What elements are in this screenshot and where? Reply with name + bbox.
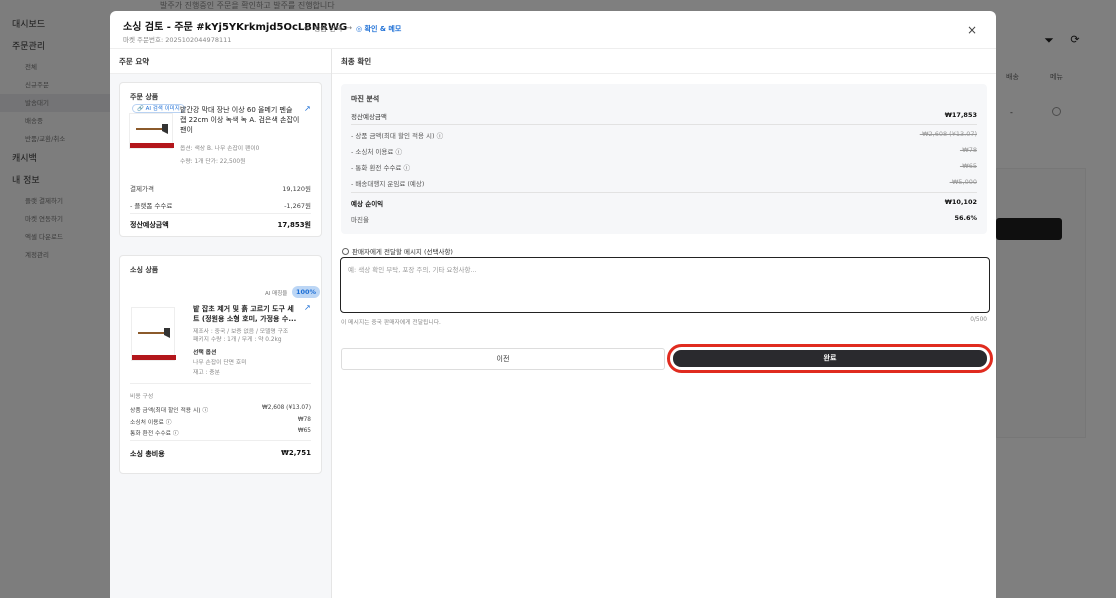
final-confirm-header: 최종 확인 xyxy=(332,49,996,74)
hoe-icon xyxy=(136,124,168,134)
message-toggle-radio xyxy=(342,247,349,255)
sourcing-review-modal: 소싱 검토 - 주문 #kYj5YKrkmjd5OcLBNRWG 마켓 주문번호… xyxy=(110,11,996,598)
margin-analysis-card: 마진 분석 정산예상금액 ₩17,853 - 상품 금액(최대 할인 적용 시) … xyxy=(341,84,987,234)
prev-button[interactable]: 이전 xyxy=(341,348,665,370)
margin-settle-row: 정산예상금액 ₩17,853 xyxy=(351,111,977,121)
ai-match-label: AI 매칭율 xyxy=(265,291,288,297)
hoe-icon xyxy=(138,328,170,338)
close-button[interactable]: × xyxy=(964,22,980,38)
order-product-image xyxy=(129,113,174,149)
sourcing-desc-2: 패키지 수량 : 1개 / 무게 : 약 0.2kg xyxy=(193,337,282,343)
info-icon: ⓘ xyxy=(202,408,209,414)
order-product-title: 주문 상품 xyxy=(130,93,159,101)
order-summary-panel: 주문 요약 주문 상품 🔗 AI 검색 이미지 밭간강 막대 장난 이상 60 … xyxy=(110,49,332,598)
margin-line-shipping: - 배송대행지 운임료 (예상) -₩5,000 xyxy=(351,178,977,188)
divider xyxy=(130,213,311,214)
done-button-highlight: 완료 xyxy=(667,344,993,373)
external-link-icon[interactable]: ↗ xyxy=(304,303,311,312)
cost-row-product: 상품 금액(최대 할인 적용 시) ⓘ ₩2,608 (¥13.07) xyxy=(130,405,311,414)
divider xyxy=(351,124,977,125)
margin-analysis-title: 마진 분석 xyxy=(351,95,380,103)
info-icon: ⓘ xyxy=(395,148,402,156)
arrow-icon: → xyxy=(346,24,352,32)
check-circle-icon: ◎ xyxy=(304,24,311,32)
info-icon: ⓘ xyxy=(172,431,179,437)
order-product-name: 밭간강 막대 장난 이상 60 올메기 펜슬 캡 22cm 이상 녹색 녹 A.… xyxy=(180,106,300,134)
info-icon: ⓘ xyxy=(436,132,444,140)
done-button[interactable]: 완료 xyxy=(673,350,987,367)
message-placeholder: 예: 색상 확인 부탁, 포장 주의, 기타 요청사항... xyxy=(348,266,477,274)
price-row: 결제가격 19,120원 xyxy=(130,185,311,193)
sourcing-stock: 재고 : 충분 xyxy=(193,370,220,376)
step-confirm-memo: ◎ 확인 & 메모 xyxy=(355,25,402,33)
sourcing-product-card: 소싱 상품 AI 매칭율 100% 밭 잡초 제거 및 흙 고르기 도구 세트 … xyxy=(119,255,322,474)
info-icon: ⓘ xyxy=(403,164,410,172)
market-order-number: 마켓 주문번호: 2025102044978111 xyxy=(123,36,232,44)
sourcing-product-title: 소싱 상품 xyxy=(130,266,159,274)
external-link-icon[interactable]: ↗ xyxy=(304,104,311,113)
margin-line-product: - 상품 금액(최대 할인 적용 시) ⓘ -₩2,608 (¥13.07) xyxy=(351,130,977,140)
message-counter: 0/500 xyxy=(970,317,987,323)
fee-row: - 플랫폼 수수료 -1,267원 xyxy=(130,202,311,210)
step-select-product: 상품 선택 xyxy=(314,25,343,33)
cost-row-exchange: 통화 환전 수수료 ⓘ ₩65 xyxy=(130,428,311,437)
divider xyxy=(130,383,311,384)
profit-row: 예상 순이익 ₩10,102 xyxy=(351,198,977,208)
message-hint: 이 메시지는 중국 판매자에게 전달됩니다. xyxy=(341,320,441,326)
step-indicator: ◎ 상품 선택 → ◎ 확인 & 메모 xyxy=(304,24,401,34)
ai-search-badge: 🔗 AI 검색 이미지 xyxy=(132,104,185,113)
order-product-qty: 수량: 1개 단가: 22,500원 xyxy=(180,159,246,165)
sourcing-product-name: 밭 잡초 제거 및 흙 고르기 도구 세트 (정원용 소형 호미, 가정용 수.… xyxy=(193,305,297,323)
order-product-option: 옵션: 색상 B. 나무 손잡이 팬이0 xyxy=(180,146,260,152)
cost-row-fee: 소싱처 이용료 ⓘ ₩78 xyxy=(130,417,311,426)
divider xyxy=(351,192,977,193)
order-product-card: 주문 상품 🔗 AI 검색 이미지 밭간강 막대 장난 이상 60 올메기 펜슬… xyxy=(119,82,322,237)
settle-row: 정산예상금액 17,853원 xyxy=(130,221,311,229)
info-icon: ⓘ xyxy=(165,420,172,426)
sourcing-option: 나무 손잡이 단면 호미 xyxy=(193,360,247,366)
message-label[interactable]: 판매자에게 전달할 메시지 (선택사항) xyxy=(342,246,453,256)
sourcing-product-image xyxy=(131,307,176,361)
message-textarea[interactable]: 예: 색상 확인 부탁, 포장 주의, 기타 요청사항... xyxy=(340,257,990,313)
cost-title: 비용 구성 xyxy=(130,394,154,400)
final-confirm-panel: 최종 확인 마진 분석 정산예상금액 ₩17,853 - 상품 금액(최대 할인 … xyxy=(332,49,996,598)
divider xyxy=(130,440,311,441)
ai-match-badge: 100% xyxy=(292,286,320,298)
order-summary-header: 주문 요약 xyxy=(110,49,331,74)
modal-header: 소싱 검토 - 주문 #kYj5YKrkmjd5OcLBNRWG 마켓 주문번호… xyxy=(110,11,996,49)
margin-line-exchange: - 통화 환전 수수료 ⓘ -₩65 xyxy=(351,162,977,172)
margin-rate-row: 마진율 56.6% xyxy=(351,214,977,224)
sourcing-option-label: 선택 옵션 xyxy=(193,350,217,356)
margin-line-fee: - 소싱처 이용료 ⓘ -₩78 xyxy=(351,146,977,156)
sourcing-total-row: 소싱 총비용 ₩2,751 xyxy=(130,449,311,458)
